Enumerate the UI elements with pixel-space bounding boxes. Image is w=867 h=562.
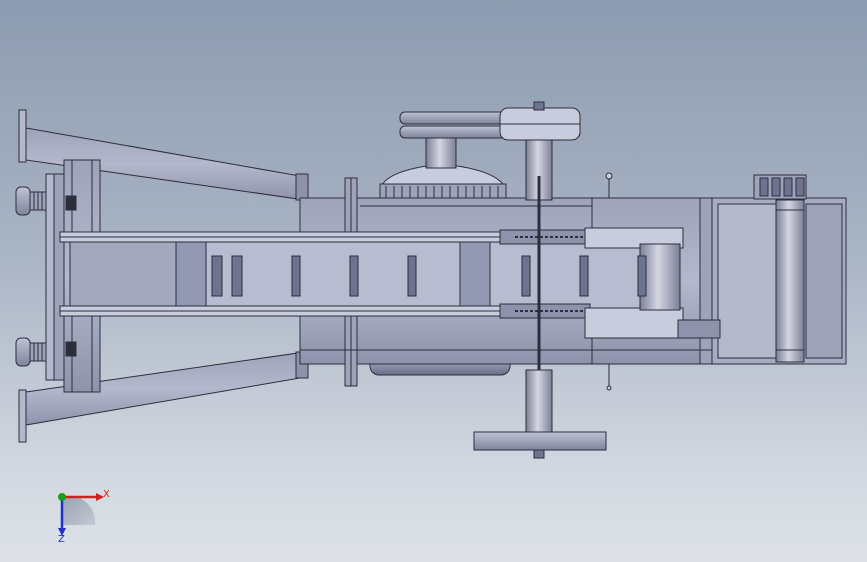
- assembly-top-view: X Z: [15, 101, 847, 545]
- y-axis-dot: [58, 493, 66, 501]
- rear-hopper: [711, 174, 847, 365]
- z-axis-label: Z: [58, 534, 65, 545]
- x-axis-label: X: [103, 489, 110, 500]
- bevel-gear: [379, 163, 507, 199]
- cad-viewport[interactable]: X Z: [0, 0, 867, 562]
- triad-shadow-disk: [62, 495, 96, 525]
- arm-gusset-top: [295, 173, 309, 201]
- hitch-wheel-lower: [15, 337, 47, 367]
- gear-shaft: [425, 137, 457, 169]
- hitch-wheel-upper: [15, 186, 47, 216]
- lower-shaft: [525, 369, 553, 437]
- lower-end-plate: [18, 389, 27, 443]
- upper-end-plate: [18, 109, 27, 163]
- drive-pulleys: [399, 101, 581, 141]
- lower-disk-hub: [533, 449, 545, 459]
- lower-disk: [473, 431, 607, 451]
- coordinate-triad: X Z: [58, 489, 110, 545]
